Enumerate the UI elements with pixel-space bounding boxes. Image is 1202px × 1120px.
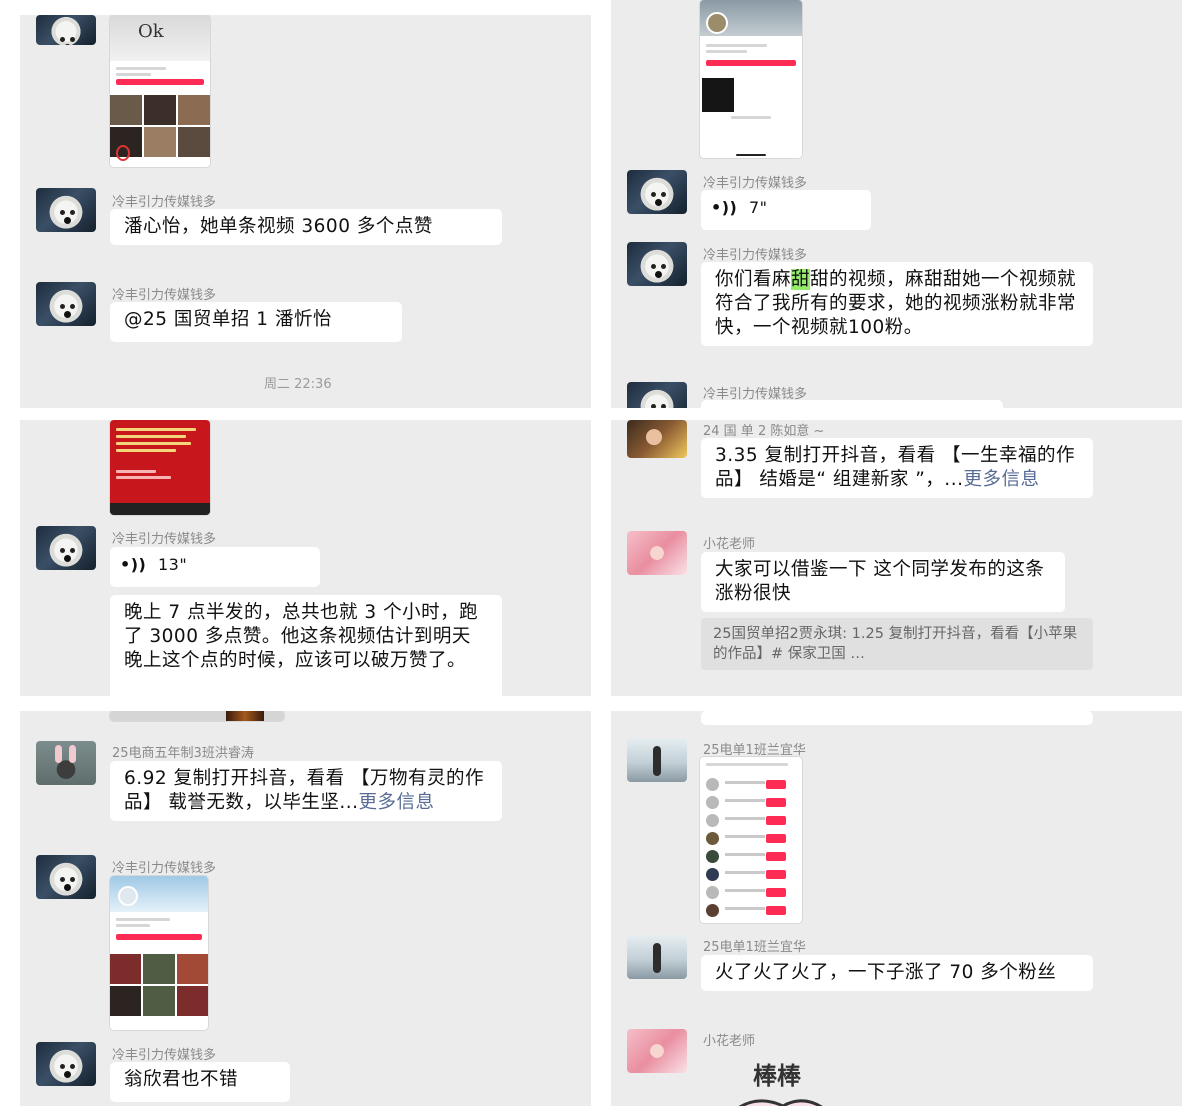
sender-name: 25电单1班兰宜华 — [703, 743, 806, 758]
sender-name: 小花老师 — [703, 537, 756, 552]
more-info-link[interactable]: 更多信息 — [359, 792, 435, 813]
avatar[interactable] — [36, 282, 96, 326]
image-message-screenshot[interactable] — [700, 0, 802, 158]
sender-name: 冷丰引力传媒钱多 — [112, 195, 217, 210]
avatar[interactable] — [627, 382, 687, 408]
message-bubble[interactable]: 大家可以借鉴一下 这个同学发布的这条涨粉很快 — [701, 552, 1065, 612]
voice-message[interactable]: •)) 13" — [110, 547, 320, 587]
search-highlight: 甜 — [791, 269, 811, 290]
message-bubble-cut[interactable] — [701, 711, 1093, 725]
avatar[interactable] — [627, 531, 687, 575]
avatar[interactable] — [36, 855, 96, 899]
avatar[interactable] — [627, 935, 687, 979]
voice-wave-icon: •)) — [711, 198, 738, 217]
sender-name: 25电单1班兰宜华 — [703, 940, 806, 955]
sticker-text: 棒棒 — [753, 1062, 801, 1090]
chat-panel-1: Ok 冷丰引力传媒钱多 潘心怡，她单条视频 3600 多个点赞 冷丰引力传媒钱多… — [20, 15, 591, 408]
message-bubble[interactable]: 晚上 7 点半发的，总共也就 3 个小时，跑了 3000 多点赞。他这条视频估计… — [110, 595, 502, 696]
avatar[interactable] — [36, 1042, 96, 1086]
voice-duration: 7" — [748, 198, 768, 217]
sender-name: 冷丰引力传媒钱多 — [703, 176, 808, 191]
image-message-screenshot[interactable]: Ok — [110, 15, 210, 167]
chat-panel-6: 25电单1班兰宜华 25电单1班兰宜华 火了火了火了，一下子涨了 70 多个粉丝… — [611, 711, 1182, 1106]
chat-panel-4: 24 国 单 2 陈如意 ~ 3.35 复制打开抖音，看看 【一生幸福的作品】 … — [611, 420, 1182, 696]
avatar[interactable] — [36, 188, 96, 232]
sender-name: 冷丰引力传媒钱多 — [112, 532, 217, 547]
avatar[interactable] — [36, 526, 96, 570]
message-bubble[interactable]: @25 国贸单招 1 潘忻怡 — [110, 302, 402, 342]
sender-name: 冷丰引力传媒钱多 — [703, 248, 808, 263]
voice-wave-icon: •)) — [120, 555, 147, 574]
chat-panel-3: 冷丰引力传媒钱多 •)) 13" 晚上 7 点半发的，总共也就 3 个小时，跑了… — [20, 420, 591, 696]
chat-panel-2: 冷丰引力传媒钱多 •)) 7" 冷丰引力传媒钱多 你们看麻甜甜的视频，麻甜甜她一… — [611, 0, 1182, 408]
message-bubble[interactable]: 3.35 复制打开抖音，看看 【一生幸福的作品】 结婚是“ 组建新家 ”，...… — [701, 438, 1093, 498]
sender-name: 小花老师 — [703, 1034, 756, 1049]
sender-name: 冷丰引力传媒钱多 — [112, 288, 217, 303]
image-message-screenshot[interactable] — [110, 420, 210, 515]
more-info-link[interactable]: 更多信息 — [963, 469, 1039, 490]
avatar[interactable] — [627, 170, 687, 214]
message-bubble[interactable]: 你们看麻甜甜的视频，麻甜甜她一个视频就符合了我所有的要求，她的视频涨粉就非常快，… — [701, 262, 1093, 346]
red-circle-annotation — [116, 145, 130, 161]
message-bubble[interactable]: 翁欣君也不错 — [110, 1062, 290, 1102]
sender-name: 冷丰引力传媒钱多 — [112, 1048, 217, 1063]
image-message-screenshot[interactable] — [700, 757, 802, 923]
quoted-message[interactable]: 25国贸单招2贾永琪: 1.25 复制打开抖音，看看【小苹果的作品】# 保家卫国… — [701, 618, 1093, 670]
avatar[interactable] — [627, 420, 687, 458]
sender-name: 25电商五年制3班洪睿涛 — [112, 746, 254, 761]
chat-panel-5: 25电商五年制3班洪睿涛 6.92 复制打开抖音，看看 【万物有灵的作品】 载誉… — [20, 711, 591, 1106]
sticker-drawing — [738, 1099, 823, 1106]
voice-message[interactable]: •)) 7" — [701, 190, 871, 230]
voice-duration: 13" — [157, 555, 188, 574]
sender-name: 冷丰引力传媒钱多 — [112, 861, 217, 876]
sender-name: 24 国 单 2 陈如意 ~ — [703, 424, 825, 439]
avatar[interactable] — [36, 15, 96, 45]
message-bubble-cut[interactable] — [701, 400, 1003, 408]
message-bubble[interactable]: 潘心怡，她单条视频 3600 多个点赞 — [110, 209, 502, 245]
message-text: 你们看麻 — [715, 269, 792, 290]
image-message-screenshot[interactable] — [110, 876, 208, 1030]
image-message-cut[interactable] — [110, 711, 284, 721]
message-bubble[interactable]: 火了火了火了，一下子涨了 70 多个粉丝 — [701, 955, 1093, 991]
timestamp: 周二 22:36 — [264, 377, 332, 392]
avatar[interactable] — [627, 242, 687, 286]
screenshot-caption: Ok — [138, 21, 164, 42]
avatar[interactable] — [627, 738, 687, 782]
message-bubble[interactable]: 6.92 复制打开抖音，看看 【万物有灵的作品】 载誉无数，以毕生坚...更多信… — [110, 761, 502, 821]
avatar[interactable] — [627, 1029, 687, 1073]
avatar[interactable] — [36, 741, 96, 785]
